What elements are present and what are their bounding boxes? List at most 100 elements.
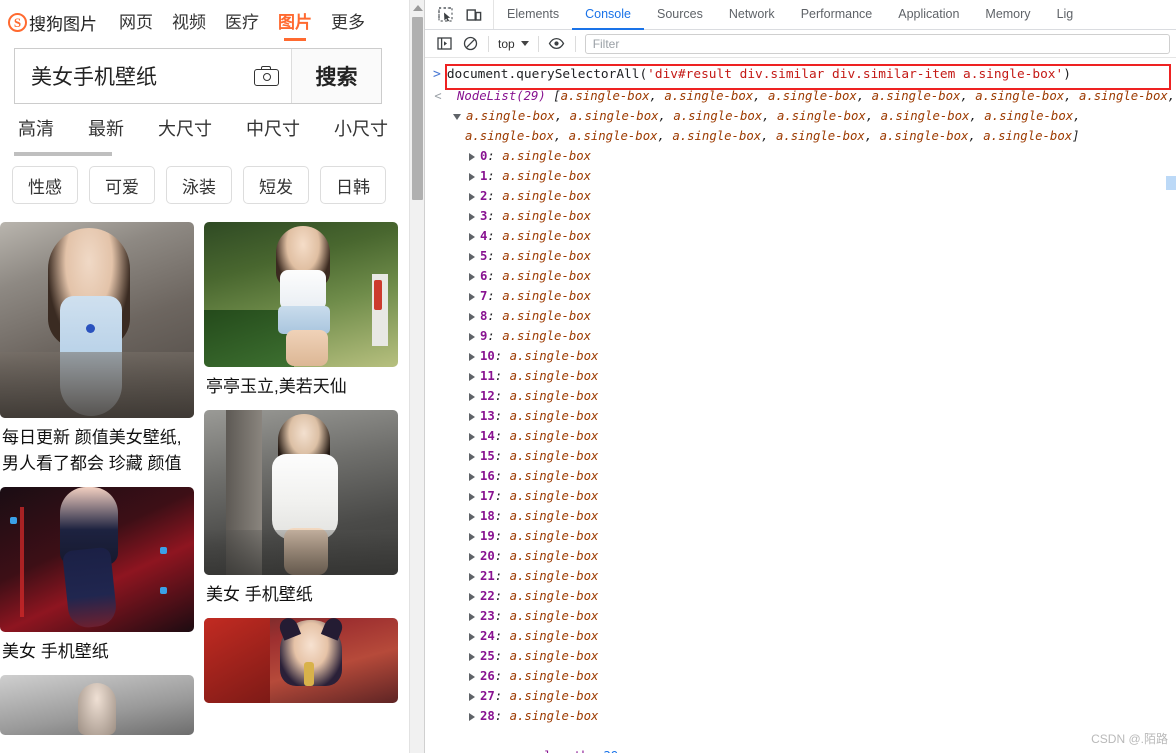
sogou-logo[interactable]: S 搜狗图片 bbox=[8, 10, 97, 35]
result-thumbnail[interactable] bbox=[204, 222, 398, 367]
nav-item-webpage[interactable]: 网页 bbox=[119, 8, 153, 37]
expand-triangle-icon[interactable] bbox=[469, 292, 475, 301]
nav-item-more[interactable]: 更多 bbox=[331, 8, 365, 37]
expand-triangle-icon[interactable] bbox=[469, 352, 475, 361]
result-card[interactable] bbox=[0, 675, 194, 735]
expand-triangle-icon[interactable] bbox=[469, 512, 475, 521]
size-filter-hd[interactable]: 高清 bbox=[18, 115, 54, 141]
nodelist-item-row[interactable]: 26: a.single-box bbox=[425, 666, 1176, 686]
result-caption[interactable]: 美女 手机壁纸 bbox=[0, 632, 194, 675]
result-caption[interactable]: 亭亭玉立,美若天仙 bbox=[204, 367, 398, 410]
tab-lighthouse[interactable]: Lig bbox=[1044, 0, 1087, 30]
result-thumbnail[interactable] bbox=[0, 675, 194, 735]
expand-triangle-icon[interactable] bbox=[469, 632, 475, 641]
nodelist-item-row[interactable]: 12: a.single-box bbox=[425, 386, 1176, 406]
expand-triangle-icon[interactable] bbox=[469, 532, 475, 541]
camera-icon[interactable] bbox=[254, 66, 279, 86]
tab-network[interactable]: Network bbox=[716, 0, 788, 30]
expand-triangle-icon[interactable] bbox=[469, 492, 475, 501]
expand-triangle-icon[interactable] bbox=[469, 412, 475, 421]
nodelist-item-row[interactable]: 16: a.single-box bbox=[425, 466, 1176, 486]
expand-triangle-icon[interactable] bbox=[469, 552, 475, 561]
clear-console-icon[interactable] bbox=[457, 33, 483, 55]
expand-triangle-icon[interactable] bbox=[469, 612, 475, 621]
console-input-line[interactable]: > document.querySelectorAll('div#result … bbox=[425, 62, 1176, 90]
nodelist-item-row[interactable]: 28: a.single-box bbox=[425, 706, 1176, 726]
result-thumbnail[interactable] bbox=[204, 618, 398, 703]
result-card[interactable] bbox=[204, 618, 398, 703]
size-filter-medium[interactable]: 中尺寸 bbox=[246, 115, 300, 141]
nodelist-item-row[interactable]: 4: a.single-box bbox=[425, 226, 1176, 246]
tag-shorthair[interactable]: 短发 bbox=[243, 166, 309, 204]
nodelist-item-row[interactable]: 25: a.single-box bbox=[425, 646, 1176, 666]
result-caption[interactable]: 每日更新 颜值美女壁纸, 男人看了都会 珍藏 颜值 bbox=[0, 418, 194, 487]
device-toolbar-icon[interactable] bbox=[461, 3, 487, 27]
console-sidebar-icon[interactable] bbox=[431, 33, 457, 55]
size-filter-small[interactable]: 小尺寸 bbox=[334, 115, 388, 141]
expand-triangle-icon[interactable] bbox=[469, 392, 475, 401]
result-card[interactable]: 每日更新 颜值美女壁纸, 男人看了都会 珍藏 颜值 bbox=[0, 222, 194, 487]
tab-console[interactable]: Console bbox=[572, 0, 644, 30]
expand-triangle-icon[interactable] bbox=[469, 212, 475, 221]
expand-triangle-icon[interactable] bbox=[469, 152, 475, 161]
inspect-element-icon[interactable] bbox=[433, 3, 459, 27]
expand-triangle-icon[interactable] bbox=[469, 172, 475, 181]
nodelist-item-row[interactable]: 7: a.single-box bbox=[425, 286, 1176, 306]
nodelist-item-row[interactable]: 2: a.single-box bbox=[425, 186, 1176, 206]
nodelist-item-row[interactable]: 6: a.single-box bbox=[425, 266, 1176, 286]
expand-triangle-icon[interactable] bbox=[469, 192, 475, 201]
result-card[interactable]: 美女 手机壁纸 bbox=[0, 487, 194, 675]
expand-triangle-icon[interactable] bbox=[453, 113, 461, 120]
tag-swimwear[interactable]: 泳装 bbox=[166, 166, 232, 204]
tab-performance[interactable]: Performance bbox=[788, 0, 886, 30]
tag-scroll-indicator[interactable] bbox=[14, 152, 112, 156]
nodelist-item-row[interactable]: 11: a.single-box bbox=[425, 366, 1176, 386]
size-filter-newest[interactable]: 最新 bbox=[88, 115, 124, 141]
nodelist-item-row[interactable]: 24: a.single-box bbox=[425, 626, 1176, 646]
expand-triangle-icon[interactable] bbox=[469, 252, 475, 261]
expand-triangle-icon[interactable] bbox=[469, 232, 475, 241]
result-thumbnail[interactable] bbox=[0, 222, 194, 418]
scrollbar-thumb[interactable] bbox=[412, 17, 423, 200]
nodelist-item-row[interactable]: 3: a.single-box bbox=[425, 206, 1176, 226]
expand-triangle-icon[interactable] bbox=[469, 652, 475, 661]
nodelist-item-row[interactable]: 14: a.single-box bbox=[425, 426, 1176, 446]
nav-item-video[interactable]: 视频 bbox=[172, 8, 206, 37]
scroll-up-arrow-icon[interactable] bbox=[410, 0, 424, 16]
expand-triangle-icon[interactable] bbox=[469, 272, 475, 281]
nodelist-item-row[interactable]: 10: a.single-box bbox=[425, 346, 1176, 366]
nodelist-item-row[interactable]: 9: a.single-box bbox=[425, 326, 1176, 346]
console-input-code[interactable]: document.querySelectorAll('div#result di… bbox=[447, 67, 1071, 82]
nav-item-medical[interactable]: 医疗 bbox=[225, 8, 259, 37]
live-expression-eye-icon[interactable] bbox=[544, 33, 570, 55]
nodelist-item-row[interactable]: 5: a.single-box bbox=[425, 246, 1176, 266]
result-caption[interactable]: 美女 手机壁纸 bbox=[204, 575, 398, 618]
expand-triangle-icon[interactable] bbox=[469, 432, 475, 441]
nav-item-images[interactable]: 图片 bbox=[278, 8, 312, 37]
expand-triangle-icon[interactable] bbox=[469, 372, 475, 381]
execution-context-selector[interactable]: top bbox=[494, 37, 533, 51]
expand-triangle-icon[interactable] bbox=[469, 312, 475, 321]
expand-triangle-icon[interactable] bbox=[469, 672, 475, 681]
nodelist-item-row[interactable]: 15: a.single-box bbox=[425, 446, 1176, 466]
nodelist-item-row[interactable]: 21: a.single-box bbox=[425, 566, 1176, 586]
expand-triangle-icon[interactable] bbox=[469, 472, 475, 481]
expand-triangle-icon[interactable] bbox=[469, 572, 475, 581]
nodelist-item-row[interactable]: 27: a.single-box bbox=[425, 686, 1176, 706]
search-button[interactable]: 搜索 bbox=[291, 49, 381, 103]
nodelist-item-row[interactable]: 17: a.single-box bbox=[425, 486, 1176, 506]
tab-application[interactable]: Application bbox=[885, 0, 972, 30]
search-input[interactable]: 美女手机壁纸 bbox=[15, 49, 291, 103]
nodelist-item-row[interactable]: 13: a.single-box bbox=[425, 406, 1176, 426]
expand-triangle-icon[interactable] bbox=[469, 452, 475, 461]
nodelist-item-row[interactable]: 8: a.single-box bbox=[425, 306, 1176, 326]
nodelist-item-row[interactable]: 1: a.single-box bbox=[425, 166, 1176, 186]
nodelist-info-chip[interactable] bbox=[1166, 176, 1176, 190]
size-filter-large[interactable]: 大尺寸 bbox=[158, 115, 212, 141]
nodelist-item-row[interactable]: 23: a.single-box bbox=[425, 606, 1176, 626]
expand-triangle-icon[interactable] bbox=[469, 592, 475, 601]
expand-triangle-icon[interactable] bbox=[469, 712, 475, 721]
nodelist-item-row[interactable]: 22: a.single-box bbox=[425, 586, 1176, 606]
page-vertical-scrollbar[interactable] bbox=[409, 0, 424, 753]
nodelist-item-row[interactable]: 20: a.single-box bbox=[425, 546, 1176, 566]
